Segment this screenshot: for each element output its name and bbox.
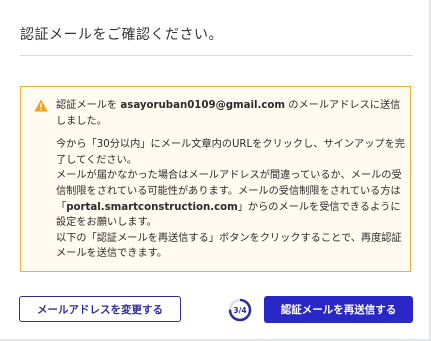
divider — [20, 55, 413, 56]
resend-email-button[interactable]: 認証メールを再送信する — [264, 296, 413, 323]
page-title: 認証メールをご確認ください。 — [20, 27, 223, 43]
notice-text: 認証メールを asayoruban0109@gmail.com のメールアドレス… — [56, 98, 406, 262]
notice-paragraph-2: 今から「30分以内」にメール文章内のURLをクリックし、サインアップを完了してく… — [56, 139, 405, 166]
warning-notice: 認証メールを asayoruban0109@gmail.com のメールアドレス… — [20, 86, 411, 272]
notice-sent-line: 認証メールを asayoruban0109@gmail.com のメールアドレス… — [56, 98, 406, 129]
notice-paragraph-3: メールが届かなかった場合はメールアドレスが間違っているか、メールの受信制限をされ… — [56, 168, 406, 230]
dialog-card: 認証メールをご確認ください。 認証メールを asayoruban0109@gma… — [0, 0, 431, 341]
step-indicator: 3/4 — [233, 305, 247, 315]
notice-paragraph-4: 以下の「認証メールを再送信する」ボタンをクリックすることで、再度認証メールを送信… — [56, 232, 402, 260]
change-email-button[interactable]: メールアドレスを変更する — [19, 296, 181, 322]
warning-icon — [34, 99, 48, 112]
email-address: asayoruban0109@gmail.com — [120, 100, 286, 111]
notice-prefix: 認証メールを — [56, 100, 118, 111]
sender-domain: portal.smartconstruction.com — [66, 201, 238, 213]
